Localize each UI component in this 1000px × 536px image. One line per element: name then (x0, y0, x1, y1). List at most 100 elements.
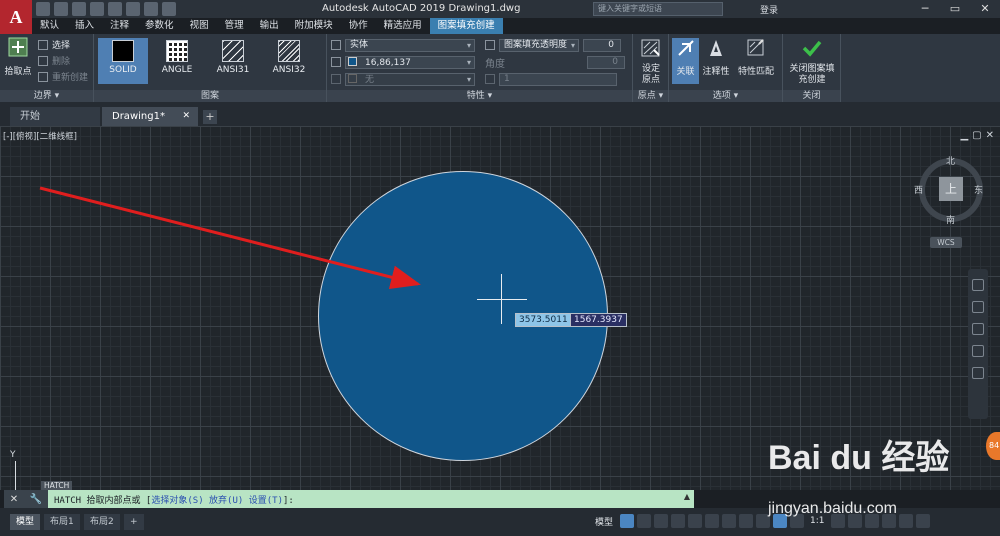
isolate-objects-icon[interactable] (864, 514, 879, 528)
ortho-icon[interactable] (654, 514, 669, 528)
model-space-button[interactable]: 模型 (595, 515, 617, 528)
match-properties-button[interactable]: 特性匹配 (733, 38, 779, 77)
view-cube[interactable]: 上 北 南 东 西 (914, 154, 986, 226)
annotative-toggle[interactable]: 注释性 (700, 38, 732, 77)
view-cube-top-face[interactable]: 上 (939, 177, 963, 201)
close-tab-icon[interactable]: ✕ (182, 107, 190, 126)
undo-icon[interactable] (144, 2, 158, 16)
tab-layout2[interactable]: 布局2 (84, 514, 120, 530)
tab-annotate[interactable]: 注释 (102, 18, 137, 34)
tab-hatch-creation[interactable]: 图案填充创建 (429, 18, 503, 34)
wcs-menu[interactable]: WCS (930, 237, 962, 248)
annotation-monitor-icon[interactable] (847, 514, 862, 528)
option-select-objects[interactable]: 选择对象(S) (151, 496, 203, 506)
title-bar: A Autodesk AutoCAD 2019 Drawing1.dwg 键入关… (0, 0, 1000, 34)
side-notification-badge[interactable]: 84 (986, 432, 1000, 460)
tab-layout1[interactable]: 布局1 (44, 514, 80, 530)
recreate-button[interactable]: 重新创建 (38, 70, 88, 83)
tab-default[interactable]: 默认 (32, 18, 67, 34)
save-as-icon[interactable] (90, 2, 104, 16)
showmotion-icon[interactable] (972, 367, 984, 379)
orbit-icon[interactable] (972, 345, 984, 357)
lineweight-icon[interactable] (739, 514, 754, 528)
associative-toggle[interactable]: 关联 (672, 38, 699, 84)
crosshair-vertical (501, 274, 502, 324)
select-label: 选择 (52, 41, 71, 51)
tab-addins[interactable]: 附加模块 (287, 18, 341, 34)
tab-view[interactable]: 视图 (182, 18, 217, 34)
maximize-button[interactable]: ▭ (940, 0, 970, 18)
color-swatch (348, 56, 357, 66)
clean-screen-icon[interactable] (898, 514, 913, 528)
compass-south[interactable]: 南 (946, 213, 955, 226)
object-snap-tracking-icon[interactable] (705, 514, 720, 528)
command-line[interactable]: ✕ 🔧 HATCH 拾取内部点或 [选择对象(S) 放弃(U) 设置(T)]: … (4, 490, 694, 508)
tab-start[interactable]: 开始 (10, 107, 100, 126)
annotation-visibility-icon[interactable] (773, 514, 788, 528)
snap-icon[interactable] (637, 514, 652, 528)
hatch-color-select[interactable]: 16,86,137 (345, 55, 475, 69)
dynamic-input-y[interactable]: 1567.3937 (570, 313, 627, 327)
pick-points-button[interactable]: 拾取点 (2, 36, 34, 77)
annotation-scale[interactable]: 1:1 (807, 516, 827, 526)
pattern-angle[interactable]: ANGLE (152, 38, 202, 84)
zoom-icon[interactable] (972, 323, 984, 335)
minimize-button[interactable]: ─ (910, 0, 940, 18)
redo-icon[interactable] (162, 2, 176, 16)
compass-east[interactable]: 东 (974, 183, 983, 196)
isodraft-icon[interactable] (688, 514, 703, 528)
customization-icon[interactable] (915, 514, 930, 528)
transparency-icon[interactable] (756, 514, 771, 528)
pattern-ansi31[interactable]: ANSI31 (208, 38, 258, 84)
pattern-solid[interactable]: SOLID (98, 38, 148, 84)
tab-featured-apps[interactable]: 精选应用 (376, 18, 430, 34)
tab-output[interactable]: 输出 (252, 18, 287, 34)
tab-model[interactable]: 模型 (10, 514, 41, 530)
new-tab-button[interactable]: + (203, 110, 217, 124)
object-snap-icon[interactable] (722, 514, 737, 528)
tab-drawing1[interactable]: Drawing1* ✕ (102, 107, 198, 126)
tab-collaborate[interactable]: 协作 (341, 18, 376, 34)
compass-west[interactable]: 西 (914, 183, 923, 196)
set-origin-button[interactable]: 设定原点 (635, 38, 667, 86)
compass-north[interactable]: 北 (946, 154, 955, 167)
close-command-line-icon[interactable]: ✕ (10, 494, 18, 505)
option-settings[interactable]: 设置(T) (249, 496, 283, 506)
drawing-canvas[interactable]: [-][俯视][二维线框] ▁ ▢ ✕ 3573.5011 1567.3937 … (0, 126, 1000, 490)
customize-icon[interactable]: 🔧 (30, 494, 42, 505)
remove-button[interactable]: 删除 (38, 54, 70, 67)
transparency-value[interactable]: 0 (583, 38, 621, 52)
auto-scale-icon[interactable] (790, 514, 805, 528)
tab-manage[interactable]: 管理 (217, 18, 252, 34)
steering-wheel-icon[interactable] (972, 279, 984, 291)
application-menu-button[interactable]: A (0, 0, 32, 34)
command-history-arrow-icon[interactable]: ▲ (684, 492, 690, 501)
save-icon[interactable] (72, 2, 86, 16)
angle-value[interactable]: 0 (587, 55, 625, 69)
open-icon[interactable] (54, 2, 68, 16)
new-icon[interactable] (36, 2, 50, 16)
login-button[interactable]: 登录 (760, 3, 778, 16)
background-color-select[interactable]: 无 (345, 72, 475, 86)
select-button[interactable]: 选择 (38, 38, 70, 51)
tab-parametric[interactable]: 参数化 (137, 18, 182, 34)
plot-icon[interactable] (126, 2, 140, 16)
web-mobile-icon[interactable] (108, 2, 122, 16)
dynamic-input-x[interactable]: 3573.5011 (515, 313, 572, 327)
scale-value[interactable]: 1 (499, 72, 617, 86)
grid-icon[interactable] (620, 514, 635, 528)
polar-icon[interactable] (671, 514, 686, 528)
workspace-gear-icon[interactable] (830, 514, 845, 528)
tab-insert[interactable]: 插入 (67, 18, 102, 34)
add-layout-button[interactable]: + (124, 514, 144, 530)
hardware-acceleration-icon[interactable] (881, 514, 896, 528)
transparency-label[interactable]: 图案填充透明度 (499, 38, 579, 52)
pattern-ansi32[interactable]: ANSI32 (264, 38, 314, 84)
hatch-type-select[interactable]: 实体 (345, 38, 475, 52)
close-button[interactable]: ✕ (970, 0, 1000, 18)
boundary-panel-title[interactable]: 边界 ▾ (0, 90, 93, 102)
pan-icon[interactable] (972, 301, 984, 313)
search-input[interactable]: 键入关键字或短语 (593, 2, 723, 16)
close-hatch-creation-button[interactable]: 关闭图案填充创建 (785, 38, 839, 86)
option-undo[interactable]: 放弃(U) (209, 496, 243, 506)
